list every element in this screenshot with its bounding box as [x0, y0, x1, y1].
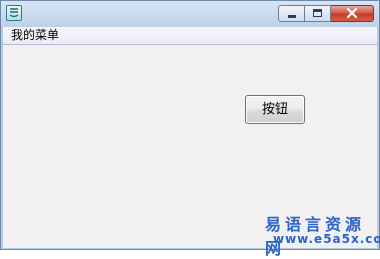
window-controls: [278, 5, 374, 22]
minimize-button[interactable]: [278, 5, 305, 22]
minimize-icon: [288, 15, 296, 18]
maximize-icon: [313, 9, 322, 17]
menu-bar: 我的菜单: [3, 27, 377, 45]
app-icon[interactable]: [6, 5, 22, 21]
client-area: 按钮 易语言资源网 www.e5a5x.com: [3, 45, 380, 258]
watermark-url: www.e5a5x.com: [273, 232, 380, 246]
menu-item-my-menu[interactable]: 我的菜单: [11, 28, 59, 43]
maximize-button[interactable]: [305, 5, 331, 22]
title-bar[interactable]: [1, 1, 379, 27]
main-button[interactable]: 按钮: [245, 95, 305, 124]
close-button[interactable]: [331, 5, 374, 22]
close-icon: [346, 7, 358, 19]
app-window: 我的菜单 按钮 易语言资源网 www.e5a5x.com: [0, 0, 380, 258]
